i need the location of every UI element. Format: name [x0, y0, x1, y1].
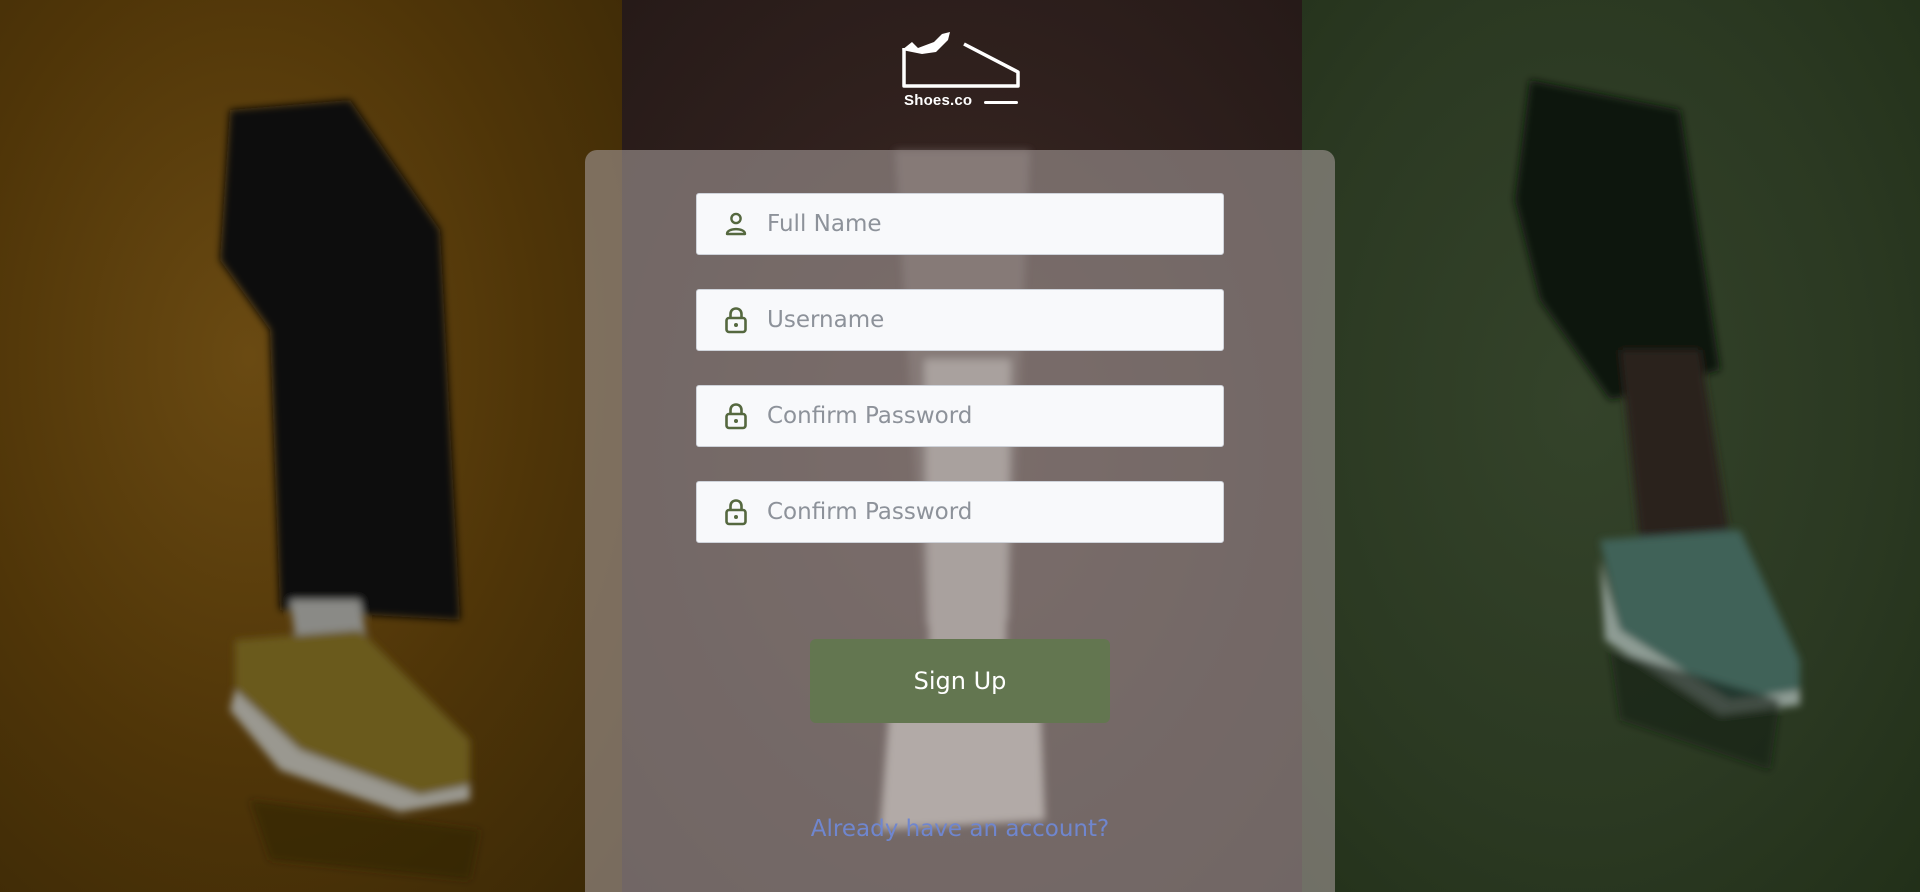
sneaker-icon: [902, 32, 1020, 88]
password-input[interactable]: [767, 403, 1207, 429]
confirm-password-field[interactable]: [696, 481, 1224, 543]
user-icon: [721, 209, 751, 239]
brand-logo[interactable]: Shoes.co: [896, 28, 1024, 114]
sign-up-button-label: Sign Up: [913, 667, 1007, 695]
full-name-field[interactable]: [696, 193, 1224, 255]
username-input[interactable]: [767, 307, 1207, 333]
lock-icon: [721, 401, 751, 431]
logo-underline: [984, 101, 1018, 104]
username-field[interactable]: [696, 289, 1224, 351]
lock-icon: [721, 497, 751, 527]
confirm-password-input[interactable]: [767, 499, 1207, 525]
sign-up-button[interactable]: Sign Up: [810, 639, 1110, 723]
lock-icon: [721, 305, 751, 335]
full-name-input[interactable]: [767, 211, 1207, 237]
password-field[interactable]: [696, 385, 1224, 447]
signup-form-card: Sign Up Already have an account?: [585, 150, 1335, 892]
brand-name: Shoes.co: [904, 92, 973, 109]
signup-page: Shoes.co Full Name Username Sign Up Alre…: [0, 0, 1920, 892]
already-have-account-link[interactable]: Already have an account?: [585, 816, 1335, 842]
